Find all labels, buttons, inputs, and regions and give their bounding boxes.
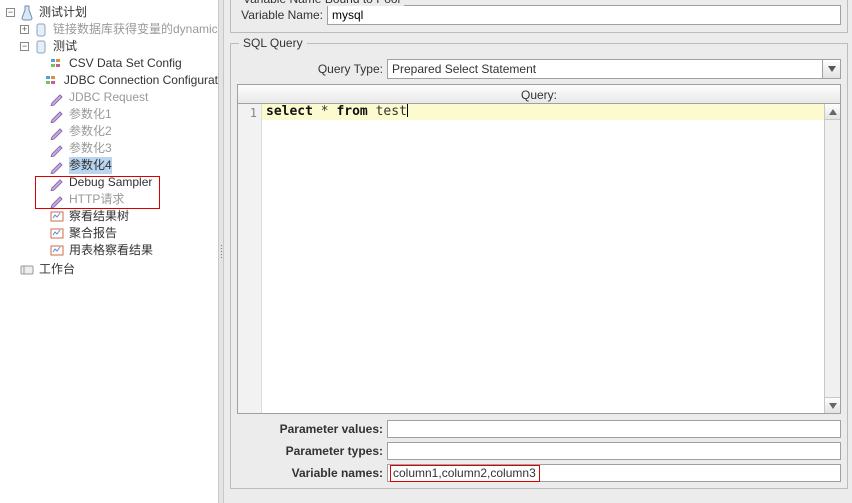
tree-label: 链接数据库获得变量的dynamic [53, 21, 218, 38]
tree-item-jdbcconn[interactable]: JDBC Connection Configurat [6, 72, 218, 89]
tree-item-jdbcreq[interactable]: JDBC Request [6, 89, 218, 106]
text-caret [407, 104, 408, 117]
sampler-icon [49, 124, 65, 140]
listener-icon [49, 226, 65, 242]
tree-label: 参数化1 [69, 106, 112, 123]
tree-item-dynamic[interactable]: + 链接数据库获得变量的dynamic [6, 21, 218, 38]
group-legend: Variable Name Bound to Pool [239, 0, 404, 6]
sampler-icon [49, 175, 65, 191]
tree-item-aggregate[interactable]: 聚合报告 [6, 225, 218, 242]
tree-label: 测试计划 [39, 4, 87, 21]
query-type-select[interactable]: Prepared Select Statement [387, 59, 841, 79]
sampler-icon [49, 141, 65, 157]
parameter-types-label: Parameter types: [237, 444, 387, 458]
tree-item-param3[interactable]: 参数化3 [6, 140, 218, 157]
tree-item-param4[interactable]: 参数化4 [6, 157, 218, 174]
tree-label: Debug Sampler [69, 174, 152, 191]
tree-label: 用表格察看结果 [69, 242, 153, 259]
tree-item-csv[interactable]: CSV Data Set Config [6, 55, 218, 72]
tree-label: 参数化4 [69, 157, 112, 174]
sampler-icon [49, 107, 65, 123]
line-gutter: 1 [238, 104, 262, 413]
tree-item-param1[interactable]: 参数化1 [6, 106, 218, 123]
tree-item-debug[interactable]: Debug Sampler [6, 174, 218, 191]
parameter-values-label: Parameter values: [237, 422, 387, 436]
collapse-icon[interactable]: − [20, 42, 29, 51]
tree-label: 参数化2 [69, 123, 112, 140]
expand-icon[interactable]: + [20, 25, 29, 34]
tree-panel: − 测试计划 + 链接数据库获得变量的dynamic − 测试 CS [0, 0, 218, 503]
listener-icon [49, 209, 65, 225]
threadgroup-icon [33, 22, 49, 38]
dropdown-icon[interactable] [822, 60, 840, 78]
parameter-types-input[interactable] [387, 442, 841, 460]
sql-query-group: SQL Query Query Type: Prepared Select St… [230, 43, 848, 489]
query-type-value: Prepared Select Statement [388, 62, 822, 76]
tree-label: HTTP请求 [69, 191, 124, 208]
group-legend: SQL Query [239, 36, 307, 50]
tree-label: JDBC Request [69, 89, 148, 106]
testplan-icon [19, 5, 35, 21]
tree-label: 工作台 [39, 261, 75, 278]
tree-item-param2[interactable]: 参数化2 [6, 123, 218, 140]
tree-item-test[interactable]: − 测试 [6, 38, 218, 55]
tree-root[interactable]: − 测试计划 [6, 4, 218, 21]
line-number: 1 [238, 106, 257, 120]
sql-editor[interactable]: 1 select * from test [237, 104, 841, 414]
query-type-label: Query Type: [237, 62, 387, 76]
tree-label: 察看结果树 [69, 208, 129, 225]
tree-item-viewtree[interactable]: 察看结果树 [6, 208, 218, 225]
annotation-box: column1,column2,column3 [390, 465, 540, 482]
config-icon [44, 73, 60, 89]
listener-icon [49, 243, 65, 259]
variable-pool-group: Variable Name Bound to Pool Variable Nam… [230, 0, 848, 33]
sampler-icon [49, 158, 65, 174]
parameter-values-input[interactable] [387, 420, 841, 438]
variable-name-label: Variable Name: [237, 8, 327, 22]
grip-icon [221, 245, 222, 258]
tree-label: 参数化3 [69, 140, 112, 157]
tree-item-http[interactable]: HTTP请求 [6, 191, 218, 208]
collapse-icon[interactable]: − [6, 8, 15, 17]
scroll-up-icon[interactable] [825, 104, 840, 120]
variable-names-input[interactable]: column1,column2,column3 [387, 464, 841, 482]
tree-label: CSV Data Set Config [69, 55, 182, 72]
threadgroup-icon [33, 39, 49, 55]
query-header: Query: [237, 84, 841, 104]
tree-label: JDBC Connection Configurat [64, 72, 218, 89]
variable-names-label: Variable names: [237, 466, 387, 480]
scroll-track[interactable] [825, 120, 840, 397]
sampler-icon [49, 192, 65, 208]
sampler-icon [49, 90, 65, 106]
config-icon [49, 56, 65, 72]
tree-label: 聚合报告 [69, 225, 117, 242]
tree-label: 测试 [53, 38, 77, 55]
code-line: select * from test [262, 104, 824, 120]
code-area[interactable]: select * from test [262, 104, 824, 413]
workbench-icon [19, 262, 35, 278]
tree-item-tableview[interactable]: 用表格察看结果 [6, 242, 218, 259]
tree-workbench[interactable]: 工作台 [6, 261, 218, 278]
scroll-down-icon[interactable] [825, 397, 840, 413]
variable-name-input[interactable] [327, 5, 841, 25]
editor-panel: Variable Name Bound to Pool Variable Nam… [224, 0, 852, 503]
vertical-scrollbar[interactable] [824, 104, 840, 413]
